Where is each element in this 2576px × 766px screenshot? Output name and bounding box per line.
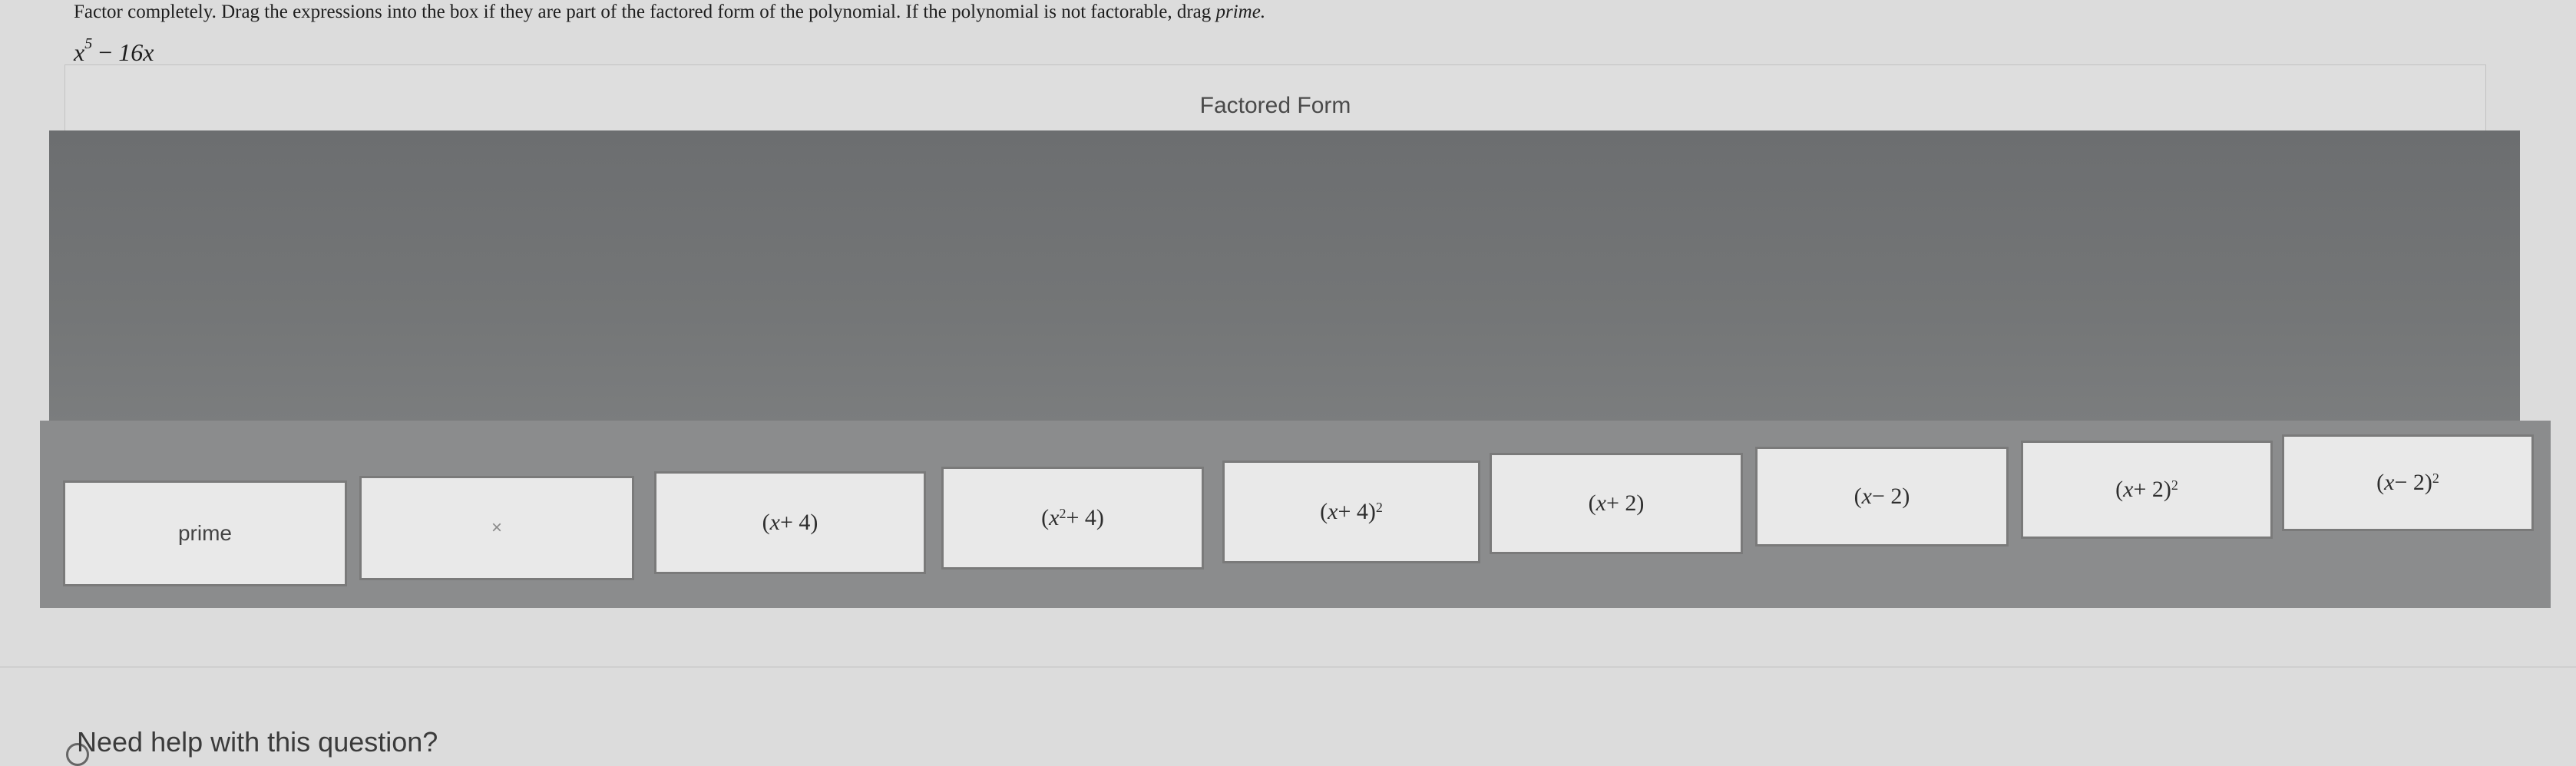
expression-tray: prime × (x + 4) (x 2 + 4) (x + 4) 2 (x + 2… [40, 421, 2551, 608]
question-prompt: Factor completely. Drag the expressions … [74, 2, 1265, 23]
tile-paren-open: ( [2115, 477, 2124, 502]
tile-paren-close: ) [810, 510, 818, 535]
tile-paren-open: ( [2376, 470, 2385, 495]
tile-operator: + 4 [1338, 499, 1368, 524]
factored-form-drop-zone[interactable] [49, 130, 2520, 437]
tile-var: x [2123, 477, 2134, 502]
tile-var: x [1328, 499, 1338, 524]
tile-paren-close: ) [2163, 477, 2171, 502]
tile-exponent: 2 [2171, 477, 2178, 493]
help-link[interactable]: Need help with this question? [77, 726, 438, 758]
tile-paren-open: ( [1041, 505, 1050, 530]
tile-operator: + 2 [1605, 490, 1637, 516]
tile-operator: + 2 [2133, 477, 2164, 502]
tile-var: x [769, 510, 780, 535]
tile-x-minus-2[interactable]: (x − 2) [1755, 447, 2009, 546]
tile-paren-close: ) [1902, 484, 1910, 509]
tile-x2-plus-4[interactable]: (x 2 + 4) [941, 467, 1204, 570]
tile-paren-open: ( [1853, 484, 1862, 509]
tile-paren-close: ) [1367, 499, 1376, 524]
polynomial-expression: x5−16x [74, 35, 154, 67]
polynomial-exponent: 5 [84, 35, 93, 53]
tile-x-plus-2[interactable]: (x + 2) [1490, 453, 1743, 554]
question-text: Factor completely. Drag the expressions … [74, 2, 1212, 22]
tile-operator: − 2 [2394, 470, 2425, 495]
tile-paren-open: ( [1588, 490, 1596, 516]
factored-form-label: Factored Form [1199, 93, 1351, 118]
section-divider [0, 666, 2576, 668]
tile-x-plus-2-squared[interactable]: (x + 2) 2 [2021, 441, 2273, 539]
tile-paren-close: ) [1096, 505, 1104, 530]
tile-var: x [1049, 505, 1060, 530]
polynomial-base: x [74, 38, 85, 66]
tile-paren-close: ) [2424, 470, 2432, 495]
tile-times[interactable]: × [359, 476, 634, 580]
tile-prime[interactable]: prime [63, 480, 347, 586]
tile-x-plus-4[interactable]: (x + 4) [654, 471, 926, 574]
tile-operator: + 4 [1066, 505, 1096, 530]
polynomial-operator: − [98, 38, 113, 66]
tile-var: x [1596, 490, 1606, 516]
tile-exponent: 2 [1375, 499, 1383, 515]
polynomial-term: 16x [118, 38, 154, 66]
tile-operator: + 4 [779, 510, 811, 535]
tile-paren-open: ( [1320, 499, 1328, 524]
tile-paren-close: ) [1636, 490, 1645, 516]
tile-operator: − 2 [1871, 484, 1903, 509]
tile-exponent: 2 [1059, 505, 1066, 521]
tile-x-plus-4-squared[interactable]: (x + 4) 2 [1222, 461, 1480, 563]
tile-times-label: × [491, 517, 502, 538]
tile-paren-open: ( [762, 510, 770, 535]
tile-var: x [1861, 484, 1872, 509]
tile-prime-label: prime [177, 521, 232, 545]
tile-exponent: 2 [2432, 470, 2439, 486]
tile-var: x [2384, 470, 2395, 495]
tile-x-minus-2-squared[interactable]: (x − 2) 2 [2282, 434, 2534, 531]
question-emphasis: prime. [1215, 2, 1266, 22]
